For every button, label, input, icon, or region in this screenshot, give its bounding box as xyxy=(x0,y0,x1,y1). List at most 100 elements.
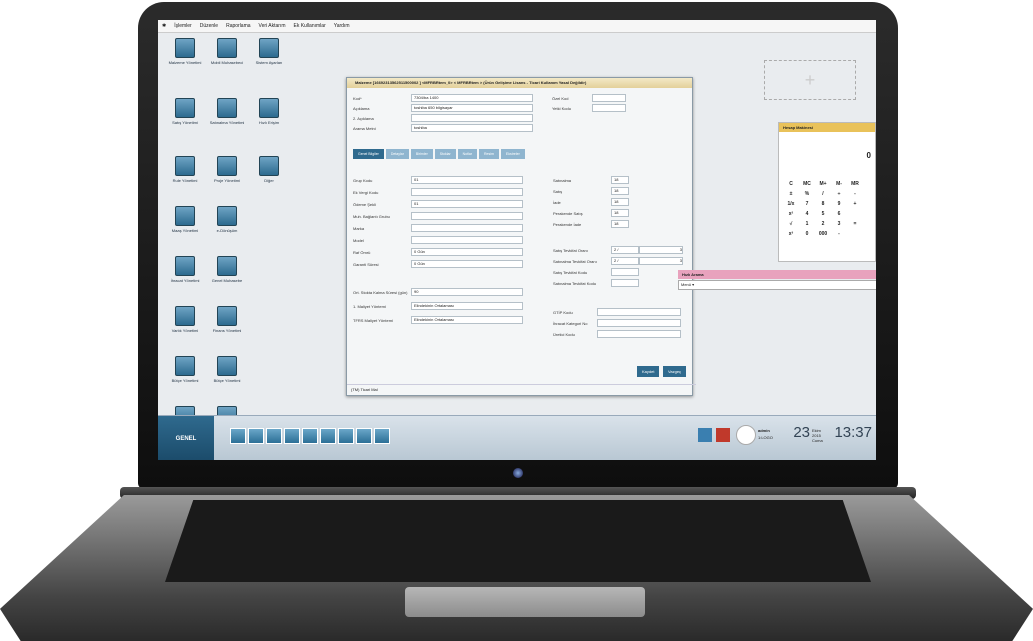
calculator-key[interactable]: 3 xyxy=(831,221,847,227)
field-input[interactable] xyxy=(411,188,523,196)
desktop-icon[interactable]: İhracat Yönetimi xyxy=(162,256,208,283)
field-input[interactable]: toshiba xyxy=(411,124,533,132)
desktop-icon[interactable]: Genel Muhasebe xyxy=(204,256,250,283)
calculator-key[interactable]: / xyxy=(815,191,831,197)
calendar-icon[interactable] xyxy=(698,428,712,442)
dialog-tab[interactable]: Birimler xyxy=(410,149,433,159)
calculator-key[interactable] xyxy=(847,211,863,217)
field-input[interactable] xyxy=(592,104,626,112)
taskbar-shortcut-icon[interactable] xyxy=(338,428,354,444)
desktop-icon[interactable]: Mobil Muhasebeci xyxy=(204,38,250,65)
tevkifat-input[interactable] xyxy=(611,279,639,287)
calculator-key[interactable]: 0 xyxy=(799,231,815,237)
desktop-icon[interactable]: Malzeme Yönetimi xyxy=(162,38,208,65)
cancel-button[interactable]: Vazgeç xyxy=(663,366,687,377)
field-input[interactable]: 01 xyxy=(411,200,523,208)
desktop-icon[interactable]: Diğer xyxy=(246,156,292,183)
vat-input[interactable]: 18 xyxy=(611,209,629,217)
genel-button[interactable]: GENEL xyxy=(158,416,214,460)
vat-input[interactable]: 18 xyxy=(611,176,629,184)
desktop-icon[interactable]: Satınalma Yönetimi xyxy=(204,98,250,125)
calculator-key[interactable]: √ xyxy=(783,221,799,227)
taskbar-shortcut-icon[interactable] xyxy=(248,428,264,444)
taskbar-shortcut-icon[interactable] xyxy=(374,428,390,444)
field-input[interactable]: 01 xyxy=(411,176,523,184)
field-input[interactable]: toshiba 650 bilgisayar xyxy=(411,104,533,112)
desktop-icon[interactable]: Bütçe Yönetimi xyxy=(162,356,208,383)
desktop-icon[interactable]: Sistem Ayarları xyxy=(246,38,292,65)
dialog-tab[interactable]: Detaylar xyxy=(385,149,409,159)
calculator-key[interactable]: x² xyxy=(783,211,799,217)
desktop-icon[interactable]: e-Dönüşüm xyxy=(204,206,250,233)
menu-item-ek-kullanimlar[interactable]: Ek Kullanımlar xyxy=(294,23,326,29)
calculator-key[interactable]: - xyxy=(847,191,863,197)
field-input[interactable]: 0 Gün xyxy=(411,260,523,268)
gtip-input[interactable] xyxy=(597,330,681,338)
tevkifat-input[interactable] xyxy=(611,268,639,276)
gtip-input[interactable] xyxy=(597,308,681,316)
calculator-key[interactable]: + xyxy=(847,201,863,207)
field-input[interactable]: Elindekinin Ortalaması xyxy=(411,316,523,324)
flag-icon[interactable] xyxy=(716,428,730,442)
field-input[interactable]: 90 xyxy=(411,288,523,296)
calculator-key[interactable]: 6 xyxy=(831,211,847,217)
desktop-icon[interactable]: Maaş Yönetimi xyxy=(162,206,208,233)
calculator-key[interactable]: 8 xyxy=(815,201,831,207)
calculator-key[interactable]: M- xyxy=(831,181,847,187)
dialog-tab[interactable]: Stoklar xyxy=(434,149,456,159)
dialog-tab[interactable]: Resim xyxy=(479,149,499,159)
vat-input[interactable]: 18 xyxy=(611,220,629,228)
menu-item-raporlama[interactable]: Raporlama xyxy=(226,23,250,29)
field-input[interactable] xyxy=(592,94,626,102)
taskbar-shortcut-icon[interactable] xyxy=(230,428,246,444)
calculator-key[interactable]: 9 xyxy=(831,201,847,207)
field-input[interactable]: 7304/ba 1400 xyxy=(411,94,533,102)
calculator-key[interactable] xyxy=(847,231,863,237)
desktop-icon[interactable]: Varlık Yönetimi xyxy=(162,306,208,333)
taskbar-shortcut-icon[interactable] xyxy=(302,428,318,444)
taskbar-shortcut-icon[interactable] xyxy=(266,428,282,444)
tevkifat-input-2[interactable]: 3 xyxy=(639,257,683,265)
calculator-key[interactable]: 7 xyxy=(799,201,815,207)
tevkifat-input-2[interactable]: 3 xyxy=(639,246,683,254)
field-input[interactable] xyxy=(411,212,523,220)
desktop-icon[interactable]: Hızlı Erişim xyxy=(246,98,292,125)
menu-item-yardim[interactable]: Yardım xyxy=(334,23,350,29)
calculator-key[interactable]: M+ xyxy=(815,181,831,187)
calculator-key[interactable]: 000 xyxy=(815,231,831,237)
desktop-icon[interactable]: Satış Yönetimi xyxy=(162,98,208,125)
calculator-key[interactable]: x³ xyxy=(783,231,799,237)
field-input[interactable]: Elindekinin Ortalaması xyxy=(411,302,523,310)
vat-input[interactable]: 18 xyxy=(611,187,629,195)
field-input[interactable] xyxy=(411,236,523,244)
calculator-key[interactable]: 1/x xyxy=(783,201,799,207)
desktop-icon[interactable]: Bütçe Yönetimi xyxy=(204,356,250,383)
save-button[interactable]: Kaydet xyxy=(637,366,660,377)
dialog-tab[interactable]: Genel Bilgiler xyxy=(353,149,384,159)
vat-input[interactable]: 18 xyxy=(611,198,629,206)
menu-item-veri-aktarim[interactable]: Veri Aktarım xyxy=(259,23,286,29)
calculator-key[interactable]: 2 xyxy=(815,221,831,227)
field-input[interactable] xyxy=(411,224,523,232)
calculator-key[interactable]: ± xyxy=(783,191,799,197)
taskbar-shortcut-icon[interactable] xyxy=(320,428,336,444)
desktop-icon[interactable]: Proje Yönetimi xyxy=(204,156,250,183)
tevkifat-input[interactable]: 2 / xyxy=(611,257,639,265)
calculator-key[interactable]: 1 xyxy=(799,221,815,227)
field-input[interactable] xyxy=(411,114,533,122)
quick-search-select[interactable]: Menü ▾ xyxy=(678,280,876,290)
taskbar-shortcut-icon[interactable] xyxy=(284,428,300,444)
calculator-key[interactable]: = xyxy=(847,221,863,227)
app-logo-icon[interactable]: ✱ xyxy=(162,23,166,29)
calculator-key[interactable]: C xyxy=(783,181,799,187)
gtip-input[interactable] xyxy=(597,319,681,327)
calculator-key[interactable]: 4 xyxy=(799,211,815,217)
calculator-key[interactable]: 5 xyxy=(815,211,831,217)
taskbar-shortcut-icon[interactable] xyxy=(356,428,372,444)
calculator-key[interactable]: % xyxy=(799,191,815,197)
tevkifat-input[interactable]: 2 / xyxy=(611,246,639,254)
desktop-icon[interactable]: Rule Yönetimi xyxy=(162,156,208,183)
dialog-tab[interactable]: Ekstreler xyxy=(500,149,525,159)
menu-item-duzenle[interactable]: Düzenle xyxy=(200,23,218,29)
avatar[interactable] xyxy=(736,425,756,445)
